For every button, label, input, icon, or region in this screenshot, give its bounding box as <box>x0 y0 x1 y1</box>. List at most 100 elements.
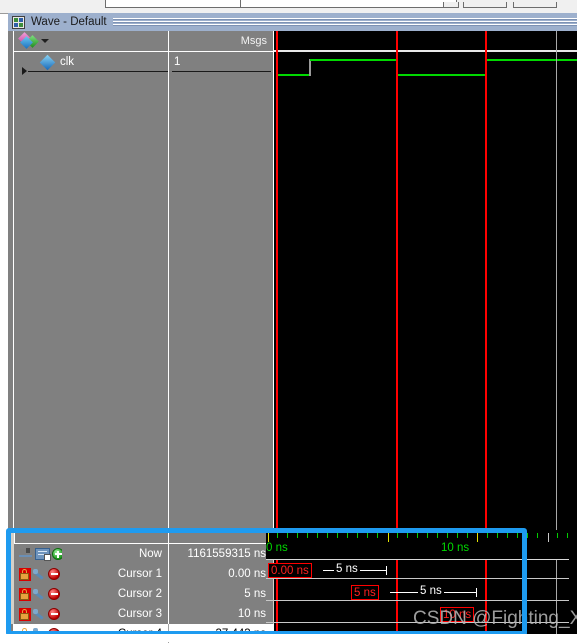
wave-signal-diamond-icon <box>39 54 56 70</box>
cursor-tag-1[interactable]: 0.00 ns <box>268 563 312 578</box>
wrench-icon[interactable] <box>33 608 46 621</box>
ruler-tick <box>427 533 428 538</box>
delta-cap-1 <box>386 566 387 575</box>
cursor-row-1-icons <box>14 564 62 584</box>
signal-value-label: 1 <box>174 56 181 68</box>
cursor-tag-2[interactable]: 5 ns <box>351 585 379 600</box>
ruler-tick <box>287 533 288 538</box>
timescale-ruler[interactable]: 0 ns 10 ns <box>266 530 569 560</box>
ruler-tick <box>407 533 408 538</box>
ruler-tick <box>297 533 298 538</box>
ruler-tick <box>417 533 418 538</box>
ruler-tick <box>277 533 278 538</box>
delta-label-1: 5 ns <box>334 563 360 575</box>
delta-cap-2 <box>476 588 477 597</box>
ruler-tick <box>377 533 378 538</box>
cursor-row-1[interactable]: Cursor 1 0.00 ns <box>14 564 273 584</box>
cursor-row-2-label: Cursor 2 <box>62 584 168 604</box>
cursor-row-2[interactable]: Cursor 2 5 ns <box>14 584 273 604</box>
ruler-tick-major <box>548 533 549 542</box>
wrench-icon[interactable] <box>33 568 46 581</box>
signal-group-icon <box>18 32 39 49</box>
cursor-row-now-icons <box>14 544 64 564</box>
ruler-tick-cursor2 <box>388 533 389 542</box>
delete-icon[interactable] <box>48 608 60 620</box>
ruler-tick <box>397 533 398 538</box>
cursor-pane-grip[interactable] <box>14 533 273 544</box>
cursor-row-1-label: Cursor 1 <box>62 564 168 584</box>
toolbar-divider-1 <box>240 0 241 8</box>
parent-toolbar-strip <box>0 0 577 14</box>
cursor-row-now-value[interactable]: 1161559315 ns <box>169 544 273 564</box>
ruler-tick <box>347 533 348 538</box>
cursor-row-3-value[interactable]: 10 ns <box>169 604 273 624</box>
cursor-tag-3[interactable]: 10 ns <box>440 607 475 622</box>
wave-segment-high-1 <box>310 59 397 61</box>
now-marker-icon[interactable] <box>19 548 33 560</box>
ruler-tick <box>357 533 358 538</box>
lock-icon[interactable] <box>19 587 31 601</box>
ruler-tick <box>437 533 438 538</box>
signal-row-clk[interactable]: clk <box>14 52 168 72</box>
cursor-row-3-label: Cursor 3 <box>62 604 168 624</box>
toolbar-button-2[interactable] <box>463 2 507 8</box>
cursor-row-2-value[interactable]: 5 ns <box>169 584 273 604</box>
ruler-tick <box>337 533 338 538</box>
ruler-tick <box>487 533 488 538</box>
toolbar-button-3[interactable] <box>513 2 557 8</box>
expand-arrow-icon[interactable] <box>22 67 27 75</box>
ruler-label-10ns: 10 ns <box>441 542 470 554</box>
signal-row-underline <box>28 71 168 72</box>
ruler-tick-cursor3 <box>477 533 478 542</box>
wave-segment-low-1 <box>276 74 310 76</box>
ruler-tick <box>327 533 328 538</box>
ruler-tick <box>567 533 568 538</box>
cursor-row-2-icons <box>14 584 62 604</box>
ruler-tick <box>447 533 448 538</box>
cursor-row-3-icons <box>14 604 62 624</box>
chevron-down-icon[interactable] <box>41 39 49 43</box>
delta-label-2: 5 ns <box>418 585 444 597</box>
wave-gridline <box>266 600 569 601</box>
msgs-header-label: Msgs <box>240 35 267 47</box>
wave-window-title-bar[interactable]: Wave - Default <box>8 13 577 31</box>
window-title: Wave - Default <box>31 16 107 28</box>
ruler-tick <box>457 533 458 538</box>
wave-window-icon <box>12 15 25 29</box>
wave-segment-high-2 <box>486 59 577 61</box>
ruler-tick <box>507 533 508 538</box>
wave-edge-rise-1 <box>309 59 311 76</box>
bottom-filler <box>0 634 577 642</box>
annotate-icon[interactable] <box>35 548 51 561</box>
cursor-row-now[interactable]: Now 1161559315 ns <box>14 544 273 564</box>
lock-icon[interactable] <box>19 607 31 621</box>
delete-icon[interactable] <box>48 588 60 600</box>
ruler-label-0ns: 0 ns <box>266 542 288 554</box>
wave-segment-low-2 <box>397 74 486 76</box>
ruler-tick <box>557 533 558 538</box>
ruler-tick <box>537 533 538 538</box>
toolbar-button-1[interactable] <box>443 2 459 8</box>
waveform-header-strip <box>274 31 577 52</box>
lock-icon[interactable] <box>19 567 31 581</box>
ruler-tick <box>317 533 318 538</box>
signal-value-row-clk: 1 <box>169 52 273 72</box>
cursor-row-1-value[interactable]: 0.00 ns <box>169 564 273 584</box>
msgs-column-header[interactable]: Msgs <box>169 31 273 52</box>
ruler-tick <box>497 533 498 538</box>
ruler-tick-origin <box>268 533 269 542</box>
ruler-tick <box>517 533 518 538</box>
wave-gridline <box>266 622 569 623</box>
ruler-tick <box>307 533 308 538</box>
cursor-row-3[interactable]: Cursor 3 10 ns <box>14 604 273 624</box>
title-bar-grip[interactable] <box>112 17 577 27</box>
wrench-icon[interactable] <box>33 588 46 601</box>
ruler-tick <box>527 533 528 538</box>
toolbar-field-1 <box>105 0 457 8</box>
cursor-row-now-label: Now <box>62 544 168 564</box>
ruler-tick <box>467 533 468 538</box>
signal-value-underline <box>172 71 271 72</box>
delete-icon[interactable] <box>48 568 60 580</box>
signal-name-column-header[interactable] <box>14 31 168 52</box>
wave-gridline <box>266 578 569 579</box>
